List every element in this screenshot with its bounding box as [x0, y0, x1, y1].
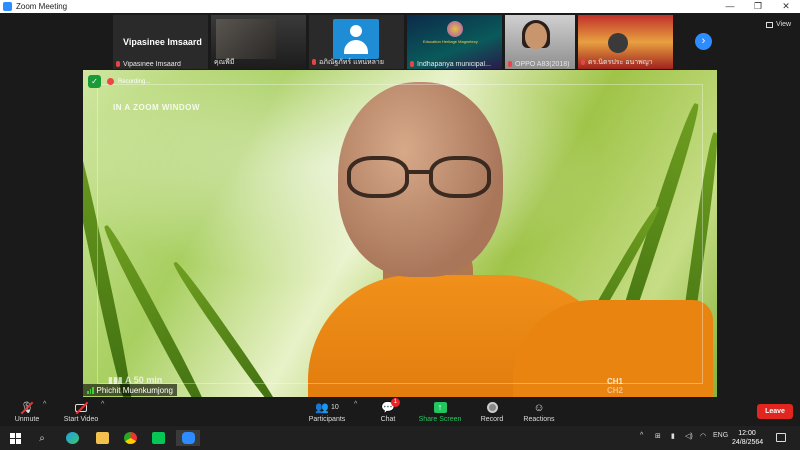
unmute-label: Unmute	[14, 415, 40, 423]
input-language[interactable]: ENG	[713, 432, 728, 439]
recording-label: Recording...	[118, 78, 151, 85]
video-off-icon	[75, 401, 89, 415]
reactions-button[interactable]: ☺ Reactions	[522, 397, 556, 426]
zoom-taskbar-icon[interactable]	[176, 430, 200, 446]
leave-button[interactable]: Leave	[757, 404, 793, 419]
participants-count: 10	[330, 404, 339, 411]
zoom-app-icon	[3, 2, 12, 11]
network-icon[interactable]: ◠	[700, 432, 706, 440]
institution-logo-icon	[447, 21, 463, 37]
meeting-area: Vipasinee Imsaard Vipasinee Imsaard คุณพ…	[0, 13, 800, 397]
chat-icon: 💬 1	[381, 397, 400, 415]
windows-logo-icon	[9, 432, 21, 444]
chat-badge: 1	[390, 397, 400, 407]
show-hidden-icons-chevron-icon[interactable]: ^	[640, 432, 643, 439]
participant-thumbnail[interactable]: Education Heritage Magnetecy Indhapanya …	[407, 15, 502, 69]
view-button[interactable]: View	[766, 21, 791, 28]
speaker-name: Phichit Muenkumjong	[96, 385, 173, 395]
banner-text: Education Heritage Magnetecy	[423, 39, 478, 44]
chat-button[interactable]: 💬 1 Chat	[376, 397, 400, 426]
video-feed	[608, 33, 628, 53]
audio-options-chevron-icon[interactable]: ^	[43, 401, 46, 408]
participant-thumbnail[interactable]: OPPO A83(2018)	[505, 15, 575, 69]
participant-thumbnail[interactable]: ดร.นิตรประ อนาพญา	[578, 15, 673, 69]
muted-mic-icon	[508, 61, 512, 67]
start-menu-button[interactable]	[5, 430, 25, 446]
speaker-volume-icon[interactable]: ◁)	[685, 432, 693, 440]
title-bar: Zoom Meeting — ❐ ✕	[0, 0, 800, 13]
hud-right-text: CH1 CH2	[607, 377, 624, 395]
participant-thumbnail[interactable]: อภิณัฐภัทร์ แหน่หลาย	[309, 15, 404, 69]
video-feed	[216, 19, 276, 59]
clock-time: 12:00	[738, 430, 756, 437]
overlay-frame	[97, 84, 703, 384]
edge-browser-icon[interactable]	[62, 430, 82, 446]
clock-date: 24/8/2564	[732, 439, 764, 446]
reactions-smiley-icon: ☺	[533, 401, 545, 414]
minimize-button[interactable]: —	[716, 0, 744, 13]
video-options-chevron-icon[interactable]: ^	[101, 401, 104, 408]
participant-name: OPPO A83(2018)	[508, 61, 573, 68]
view-label: View	[776, 21, 792, 28]
participants-label: Participants	[308, 415, 346, 423]
participant-name: คุณพีมี	[214, 59, 235, 66]
meeting-toolbar: 🎙 Unmute ^ Start Video ^ 👥10 Participant…	[0, 397, 800, 426]
microphone-icon[interactable]: ▮	[671, 432, 675, 440]
muted-mic-icon	[410, 61, 414, 67]
next-page-arrow-icon[interactable]: ›	[695, 33, 712, 50]
muted-mic-icon	[116, 61, 120, 67]
participants-button[interactable]: 👥 10 Participants	[307, 397, 347, 426]
muted-mic-icon	[312, 59, 316, 65]
share-screen-label: Share Screen	[418, 415, 462, 423]
window-controls: — ❐ ✕	[716, 0, 800, 13]
participant-name: อภิณัฐภัทร์ แหน่หลาย	[312, 57, 402, 68]
search-icon[interactable]: ⌕	[32, 430, 52, 446]
record-button[interactable]: Record	[478, 397, 506, 426]
reactions-label: Reactions	[523, 415, 555, 423]
unmute-button[interactable]: 🎙 Unmute	[12, 397, 42, 426]
recording-dot-icon	[107, 78, 114, 85]
taskbar-clock[interactable]: 12:00 24/8/2564	[732, 429, 764, 447]
start-video-label: Start Video	[63, 415, 99, 423]
zoom-meeting-window: Zoom Meeting — ❐ ✕ Vipasinee Imsaard Vip…	[0, 0, 800, 450]
participant-thumbnail[interactable]: คุณพีมี	[211, 15, 306, 69]
line-app-icon[interactable]	[148, 430, 168, 446]
close-button[interactable]: ✕	[772, 0, 800, 13]
record-icon	[486, 402, 498, 413]
share-screen-button[interactable]: ↑ Share Screen	[418, 397, 462, 426]
start-video-button[interactable]: Start Video	[62, 397, 100, 426]
security-shield-icon[interactable]: ✓	[88, 75, 101, 88]
video-feed-face	[525, 23, 547, 49]
notification-center-icon[interactable]	[776, 433, 786, 442]
participants-icon: 👥 10	[315, 402, 339, 414]
avatar-head	[350, 25, 362, 37]
participant-name: ดร.นิตรประ อนาพญา	[581, 57, 671, 68]
participant-thumbnail[interactable]: Vipasinee Imsaard Vipasinee Imsaard	[113, 15, 208, 69]
signal-strength-icon	[87, 386, 94, 394]
muted-mic-icon	[581, 59, 585, 65]
tray-app-icon[interactable]: ⊞	[655, 432, 661, 440]
active-speaker-video: ✓ Recording... IN A ZOOM WINDOW ▮▮▮ A 50…	[83, 70, 717, 397]
speaker-name-tag: Phichit Muenkumjong	[83, 384, 177, 396]
file-explorer-icon[interactable]	[92, 430, 112, 446]
windows-taskbar: ⌕ ^ ⊞ ▮ ◁) ◠ ENG 12:00 24/8/2564	[0, 426, 800, 450]
overlay-text: IN A ZOOM WINDOW	[113, 103, 200, 112]
grid-view-icon	[766, 21, 773, 28]
recording-indicator: Recording...	[107, 78, 150, 85]
participant-big-name: Vipasinee Imsaard	[123, 37, 202, 47]
participant-name: Vipasinee Imsaard	[116, 61, 206, 68]
participant-name: Indhapanya municipal...	[410, 61, 500, 68]
window-title: Zoom Meeting	[16, 2, 68, 11]
muted-mic-icon: 🎙	[20, 401, 34, 415]
chrome-icon[interactable]	[120, 430, 140, 446]
share-screen-icon: ↑	[433, 402, 447, 413]
participants-chevron-icon[interactable]: ^	[354, 401, 357, 408]
thumbnail-strip: Vipasinee Imsaard Vipasinee Imsaard คุณพ…	[113, 15, 673, 69]
record-label: Record	[480, 415, 504, 423]
chat-label: Chat	[380, 415, 396, 423]
maximize-button[interactable]: ❐	[744, 0, 772, 13]
